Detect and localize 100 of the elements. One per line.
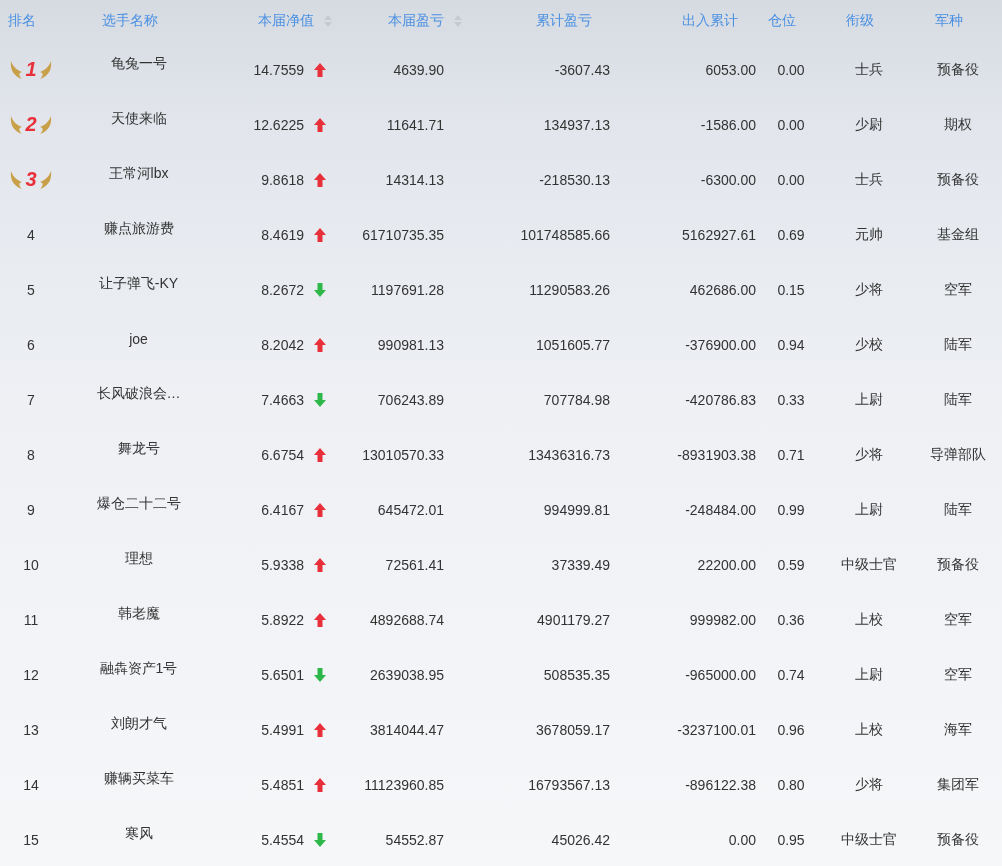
period-profit: 3814044.47 <box>370 721 444 738</box>
net-value: 8.2042 <box>261 336 304 353</box>
cash-flow: -1586.00 <box>700 116 756 133</box>
cumulative-profit: 37339.49 <box>551 556 610 573</box>
cumulative-profit: -3607.43 <box>554 61 610 78</box>
laurel-rank-badge: 1 <box>9 58 53 81</box>
position-ratio: 0.99 <box>777 501 805 518</box>
military-grade: 上校 <box>854 610 883 629</box>
net-value: 5.4851 <box>261 776 304 793</box>
column-header: 出入累计 <box>682 12 738 30</box>
cash-flow: -420786.83 <box>685 391 756 408</box>
period-profit: 11123960.85 <box>364 776 444 793</box>
column-header[interactable]: 本届盈亏 <box>388 12 444 30</box>
column-header: 衔级 <box>845 12 874 30</box>
cash-flow: -896122.38 <box>685 776 756 793</box>
column-header: 军种 <box>934 12 963 30</box>
net-value: 5.9338 <box>261 556 304 573</box>
military-grade: 中级士官 <box>840 830 897 849</box>
cash-flow: -3237100.01 <box>677 721 756 738</box>
cash-flow: -376900.00 <box>685 336 756 353</box>
position-ratio: 0.74 <box>777 666 805 683</box>
player-name: 寒风 <box>124 824 153 843</box>
position-ratio: 0.36 <box>777 611 805 628</box>
position-ratio: 0.69 <box>777 226 805 243</box>
player-name: 爆仓二十二号 <box>96 494 181 513</box>
military-grade: 士兵 <box>854 60 883 79</box>
period-profit: 54552.87 <box>385 831 444 848</box>
player-name: 融犇资产1号 <box>99 659 178 678</box>
cumulative-profit: 13436316.73 <box>528 446 610 463</box>
cumulative-profit: 994999.81 <box>543 501 610 518</box>
rank-number: 8 <box>27 446 35 463</box>
military-grade: 上尉 <box>854 390 883 409</box>
military-grade: 少尉 <box>854 115 883 134</box>
player-name: joe <box>129 330 148 347</box>
player-name: 龟兔一号 <box>110 54 167 73</box>
net-value: 6.6754 <box>261 446 304 463</box>
cumulative-profit: 707784.98 <box>543 391 610 408</box>
player-name: 韩老魔 <box>117 604 160 623</box>
military-grade: 上尉 <box>854 665 883 684</box>
position-ratio: 0.94 <box>777 336 805 353</box>
cash-flow: -965000.00 <box>685 666 756 683</box>
position-ratio: 0.33 <box>777 391 805 408</box>
player-name: 赚辆买菜车 <box>103 769 174 788</box>
cumulative-profit: 1051605.77 <box>536 336 610 353</box>
rank-number: 6 <box>27 336 35 353</box>
period-profit: 61710735.35 <box>362 226 444 243</box>
position-ratio: 0.59 <box>777 556 805 573</box>
cumulative-profit: 3678059.17 <box>536 721 610 738</box>
column-header[interactable]: 本届净值 <box>258 12 314 30</box>
laurel-rank-badge: 2 <box>9 113 53 136</box>
player-name: 理想 <box>124 549 153 568</box>
position-ratio: 0.95 <box>777 831 805 848</box>
rank-number: 14 <box>23 776 39 793</box>
period-profit: 11641.71 <box>386 116 444 133</box>
net-value: 6.4167 <box>261 501 304 518</box>
military-grade: 少将 <box>854 280 883 299</box>
laurel-rank-badge: 3 <box>9 168 53 191</box>
player-name: 刘朗才气 <box>110 714 167 733</box>
cumulative-profit: 4901179.27 <box>537 611 610 628</box>
position-ratio: 0.15 <box>777 281 805 298</box>
rank-number: 9 <box>27 501 35 518</box>
branch-label: 基金组 <box>936 225 979 244</box>
branch-label: 预备役 <box>936 555 979 574</box>
military-grade: 中级士官 <box>840 555 897 574</box>
net-value: 12.6225 <box>253 116 304 133</box>
player-name: 赚点旅游费 <box>103 219 174 238</box>
rank-number: 5 <box>27 281 35 298</box>
military-grade: 少将 <box>854 775 883 794</box>
net-value: 5.6501 <box>261 666 304 683</box>
rank-number: 7 <box>27 391 35 408</box>
position-ratio: 0.00 <box>777 61 805 78</box>
player-name: 王常河lbx <box>108 164 169 183</box>
period-profit: 2639038.95 <box>370 666 444 683</box>
period-profit: 706243.89 <box>377 391 444 408</box>
branch-label: 预备役 <box>936 60 979 79</box>
cumulative-profit: 134937.13 <box>543 116 610 133</box>
branch-label: 导弹部队 <box>929 445 986 464</box>
column-header: 选手名称 <box>101 12 158 30</box>
net-value: 8.2672 <box>261 281 304 298</box>
branch-label: 预备役 <box>936 170 979 189</box>
branch-label: 陆军 <box>943 500 972 519</box>
position-ratio: 0.71 <box>777 446 805 463</box>
period-profit: 990981.13 <box>377 336 444 353</box>
branch-label: 空军 <box>943 280 972 299</box>
net-value: 5.4991 <box>261 721 304 738</box>
position-ratio: 0.00 <box>777 171 805 188</box>
player-name: 让子弹飞-KY <box>98 274 179 293</box>
period-profit: 13010570.33 <box>362 446 444 463</box>
cash-flow: -8931903.38 <box>677 446 756 463</box>
branch-label: 集团军 <box>936 775 979 794</box>
position-ratio: 0.80 <box>777 776 805 793</box>
branch-label: 空军 <box>943 665 972 684</box>
period-profit: 1197691.28 <box>371 281 444 298</box>
player-name: 舞龙号 <box>117 439 160 458</box>
net-value: 14.7559 <box>253 61 304 78</box>
column-header: 排名 <box>8 12 36 30</box>
cash-flow: 5162927.61 <box>682 226 756 243</box>
branch-label: 期权 <box>943 115 972 134</box>
column-header: 仓位 <box>768 12 796 30</box>
cumulative-profit: 45026.42 <box>551 831 610 848</box>
